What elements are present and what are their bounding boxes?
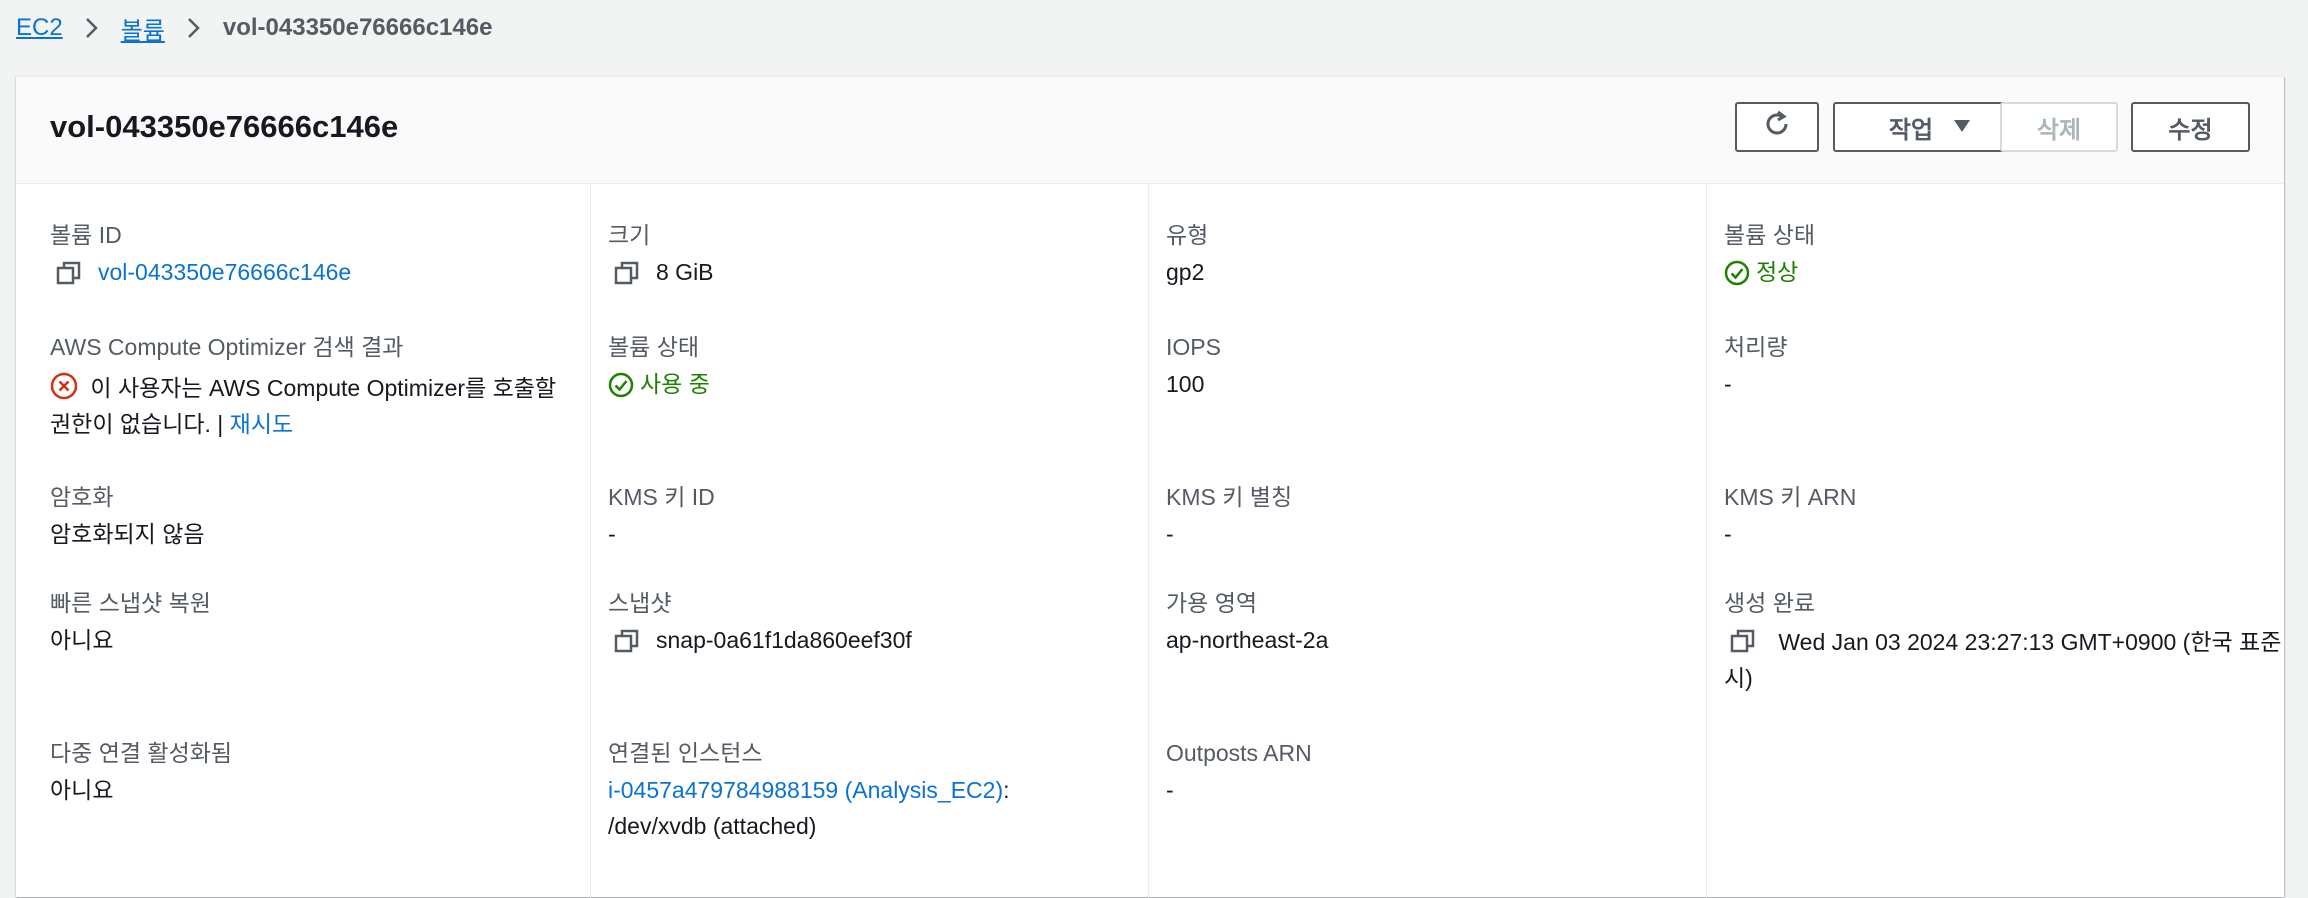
field-encryption: 암호화 암호화되지 않음 <box>50 482 205 552</box>
panel-header: vol-043350e76666c146e 작업 삭제 수정 <box>16 77 2284 184</box>
breadcrumb-ec2-link[interactable]: EC2 <box>16 14 63 42</box>
field-availability-zone: 가용 영역 ap-northeast-2a <box>1166 588 1328 658</box>
encryption-value: 암호화되지 않음 <box>50 521 205 547</box>
volume-status-value: 정상 <box>1756 259 1799 285</box>
check-circle-icon <box>608 372 634 398</box>
field-created: 생성 완료 Wed Jan 03 2024 23:27:13 GMT+0900 … <box>1724 588 2284 696</box>
breadcrumb-current: vol-043350e76666c146e <box>222 14 493 41</box>
field-label: 생성 완료 <box>1724 590 1816 616</box>
field-iops: IOPS 100 <box>1166 332 1221 402</box>
field-kms-key-id: KMS 키 ID - <box>608 482 715 552</box>
chevron-right-icon <box>187 17 201 39</box>
kms-key-alias-value: - <box>1166 521 1174 547</box>
field-label: KMS 키 별칭 <box>1166 484 1293 510</box>
check-circle-icon <box>1724 260 1750 286</box>
device-value: /dev/xvdb (attached) <box>608 813 817 839</box>
actions-dropdown-button[interactable]: 작업 <box>1833 102 2027 152</box>
field-label: 연결된 인스턴스 <box>608 740 763 766</box>
field-type: 유형 gp2 <box>1166 220 1208 290</box>
kms-key-arn-value: - <box>1724 521 1732 547</box>
field-throughput: 처리량 - <box>1724 332 1787 402</box>
field-label: 처리량 <box>1724 334 1788 360</box>
field-label: AWS Compute Optimizer 검색 결과 <box>50 334 404 360</box>
instance-suffix: : <box>1003 777 1010 803</box>
type-value: gp2 <box>1166 259 1205 285</box>
delete-button[interactable]: 삭제 <box>2000 102 2118 152</box>
copy-icon[interactable] <box>56 260 86 286</box>
volume-details-panel: vol-043350e76666c146e 작업 삭제 수정 볼륨 ID vol… <box>16 76 2284 898</box>
snapshot-value: snap-0a61f1da860eef30f <box>656 627 912 653</box>
field-label: 가용 영역 <box>1166 590 1258 616</box>
throughput-value: - <box>1724 371 1732 397</box>
refresh-button[interactable] <box>1735 102 1819 152</box>
volume-id-link[interactable]: vol-043350e76666c146e <box>98 254 351 290</box>
outposts-arn-value: - <box>1166 777 1174 803</box>
copy-icon[interactable] <box>614 260 644 286</box>
field-kms-key-arn: KMS 키 ARN - <box>1724 482 1856 552</box>
field-label: 암호화 <box>50 484 114 510</box>
column-divider <box>1706 184 1707 898</box>
error-circle-icon <box>50 372 78 400</box>
field-multi-attach: 다중 연결 활성화됨 아니요 <box>50 738 232 808</box>
field-compute-optimizer: AWS Compute Optimizer 검색 결과 이 사용자는 AWS C… <box>50 332 580 442</box>
page-title: vol-043350e76666c146e <box>50 109 399 144</box>
field-label: 빠른 스냅샷 복원 <box>50 590 211 616</box>
iops-value: 100 <box>1166 371 1205 397</box>
caret-down-icon <box>1953 117 1971 138</box>
field-snapshot: 스냅샷 snap-0a61f1da860eef30f <box>608 588 912 658</box>
created-value: Wed Jan 03 2024 23:27:13 GMT+0900 (한국 표준… <box>1724 629 2282 691</box>
field-label: 다중 연결 활성화됨 <box>50 740 233 766</box>
field-label: KMS 키 ARN <box>1724 484 1857 510</box>
copy-icon[interactable] <box>1730 628 1760 654</box>
field-label: 볼륨 상태 <box>1724 222 1816 248</box>
field-size: 크기 8 GiB <box>608 220 714 290</box>
kms-key-id-value: - <box>608 521 616 547</box>
field-label: 스냅샷 <box>608 590 672 616</box>
details-grid: 볼륨 ID vol-043350e76666c146e 크기 8 GiB 유형 … <box>16 184 2284 898</box>
field-fast-snapshot-restore: 빠른 스냅샷 복원 아니요 <box>50 588 211 658</box>
field-volume-status: 볼륨 상태 정상 <box>1724 220 1815 290</box>
field-label: Outposts ARN <box>1166 740 1312 766</box>
optimizer-error-text: 이 사용자는 AWS Compute Optimizer를 호출할 권한이 없습… <box>50 375 557 437</box>
optimizer-separator: | <box>217 411 224 437</box>
multi-attach-value: 아니요 <box>50 777 114 803</box>
field-label: 볼륨 ID <box>50 222 122 248</box>
column-divider <box>590 184 591 898</box>
instance-link[interactable]: i-0457a479784988159 (Analysis_EC2) <box>608 777 1003 803</box>
field-kms-key-alias: KMS 키 별칭 - <box>1166 482 1292 552</box>
field-volume-id: 볼륨 ID vol-043350e76666c146e <box>50 220 351 290</box>
copy-icon[interactable] <box>614 628 644 654</box>
edit-button[interactable]: 수정 <box>2131 102 2250 152</box>
actions-label: 작업 <box>1888 116 1934 144</box>
field-label: IOPS <box>1166 334 1221 360</box>
field-outposts-arn: Outposts ARN - <box>1166 738 1312 808</box>
size-value: 8 GiB <box>656 259 714 285</box>
retry-link[interactable]: 재시도 <box>230 411 293 437</box>
chevron-right-icon <box>85 17 99 39</box>
field-volume-state: 볼륨 상태 사용 중 <box>608 332 710 402</box>
field-label: 볼륨 상태 <box>608 334 700 360</box>
field-attached-instances: 연결된 인스턴스 i-0457a479784988159 (Analysis_E… <box>608 738 1128 844</box>
field-label: 유형 <box>1166 222 1209 248</box>
breadcrumb-volumes-link[interactable]: 볼륨 <box>121 11 165 46</box>
refresh-icon <box>1762 109 1792 146</box>
availability-zone-value: ap-northeast-2a <box>1166 627 1329 653</box>
field-label: 크기 <box>608 222 651 248</box>
volume-state-value: 사용 중 <box>640 371 710 397</box>
column-divider <box>1148 184 1149 898</box>
fast-snapshot-restore-value: 아니요 <box>50 627 114 653</box>
field-label: KMS 키 ID <box>608 484 715 510</box>
breadcrumb: EC2 볼륨 vol-043350e76666c146e <box>16 11 493 46</box>
